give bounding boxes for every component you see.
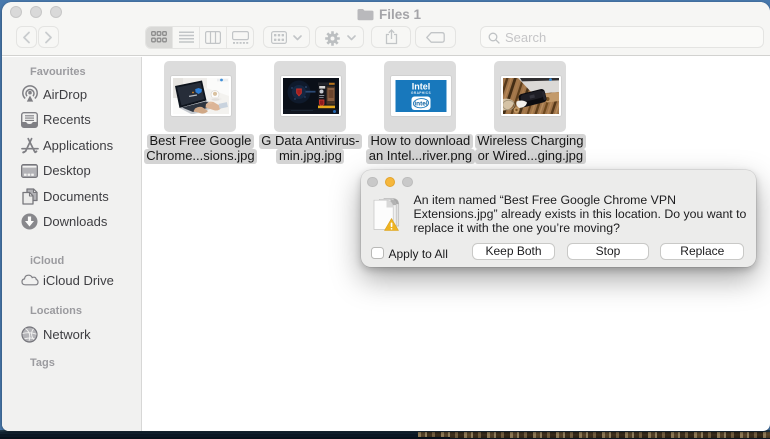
svg-text:intel: intel bbox=[414, 101, 428, 108]
svg-text:GRAPHICS: GRAPHICS bbox=[411, 91, 431, 95]
